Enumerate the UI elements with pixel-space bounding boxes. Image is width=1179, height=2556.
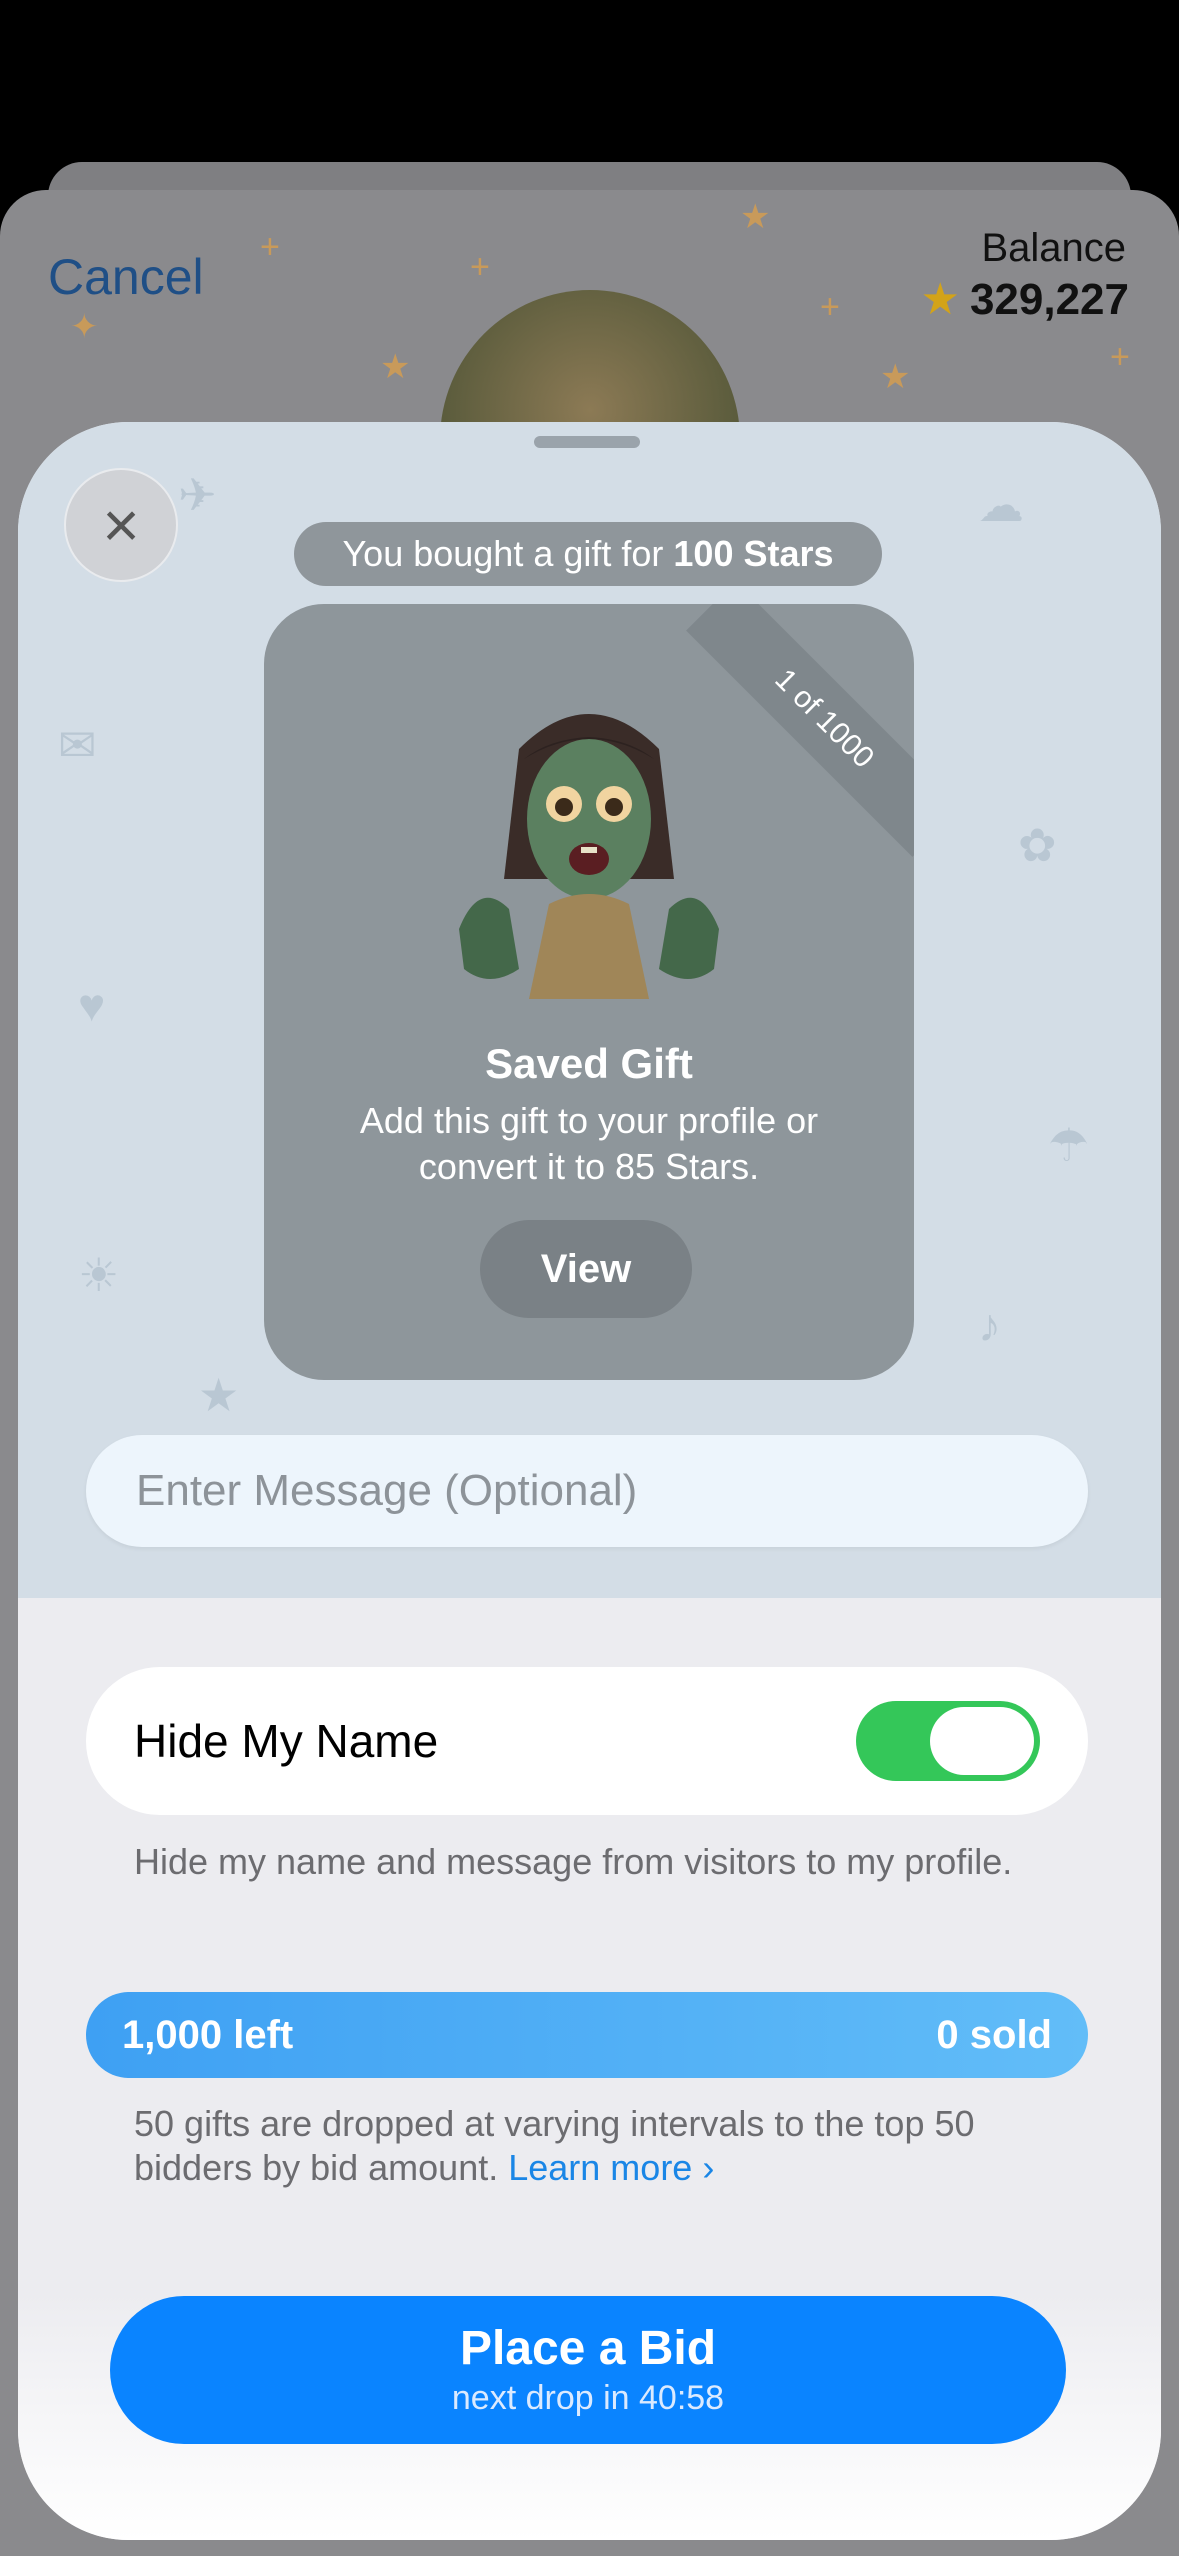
sparkle-icon: + bbox=[1110, 338, 1130, 376]
balance-value: 329,227 bbox=[969, 274, 1129, 324]
sparkle-icon: ★ bbox=[380, 348, 411, 386]
sparkle-icon: + bbox=[470, 248, 490, 286]
close-icon: × bbox=[102, 489, 140, 561]
hide-name-toggle[interactable] bbox=[856, 1701, 1040, 1781]
hide-name-row[interactable]: Hide My Name bbox=[86, 1667, 1088, 1815]
pattern-icon: ♥ bbox=[78, 979, 106, 1031]
gift-title: Saved Gift bbox=[485, 1040, 693, 1087]
cancel-button[interactable]: Cancel bbox=[48, 248, 204, 306]
message-input[interactable]: Enter Message (Optional) bbox=[86, 1435, 1088, 1547]
availability-bar: 1,000 left 0 sold bbox=[86, 1992, 1088, 2078]
balance: ★ 329,227 bbox=[920, 274, 1129, 325]
sparkle-icon: ✦ bbox=[70, 308, 99, 346]
close-button[interactable]: × bbox=[64, 468, 178, 582]
zombie-gift-icon bbox=[459, 714, 719, 999]
balance-label: Balance bbox=[981, 226, 1126, 270]
place-bid-label: Place a Bid bbox=[459, 2322, 717, 2375]
gift-card: 1 of 1000 Saved Gift Add this gift to yo… bbox=[264, 604, 914, 1380]
pattern-icon: ★ bbox=[198, 1369, 240, 1421]
pattern-icon: ☁ bbox=[978, 479, 1024, 531]
pattern-icon: ♪ bbox=[978, 1299, 1001, 1351]
pattern-icon: ☂ bbox=[1048, 1119, 1090, 1171]
gift-description: Add this gift to your profile or convert… bbox=[359, 1100, 819, 1187]
place-bid-button[interactable]: Place a Bid next drop in 40:58 bbox=[110, 2296, 1066, 2444]
pattern-icon: ✉ bbox=[58, 719, 97, 771]
sheet-grabber[interactable] bbox=[534, 436, 640, 448]
gifts-sold: 0 sold bbox=[936, 2012, 1052, 2057]
pattern-icon: ☀ bbox=[78, 1249, 120, 1301]
toggle-knob bbox=[930, 1707, 1034, 1775]
sparkle-icon: + bbox=[260, 228, 280, 266]
pattern-icon: ✈ bbox=[178, 469, 217, 521]
gifts-left: 1,000 left bbox=[122, 2012, 294, 2057]
purchase-info-pill: You bought a gift for 100 Stars bbox=[294, 522, 882, 586]
hide-name-description: Hide my name and message from visitors t… bbox=[134, 1841, 1013, 1882]
star-icon: ★ bbox=[920, 275, 960, 324]
sparkle-icon: ★ bbox=[740, 198, 771, 236]
sparkle-icon: + bbox=[820, 288, 840, 326]
learn-more-link[interactable]: Learn more › bbox=[508, 2147, 714, 2188]
sparkle-icon: ★ bbox=[880, 358, 911, 396]
next-drop-timer: next drop in 40:58 bbox=[451, 2379, 725, 2417]
purchase-info-text: You bought a gift for bbox=[342, 533, 664, 574]
gift-modal: ✈ ☁ ✉ ♥ ✿ ☂ ☀ ♪ ★ × You bought a gift fo… bbox=[18, 422, 1161, 2540]
hide-name-label: Hide My Name bbox=[134, 1715, 439, 1767]
view-gift-button[interactable]: View bbox=[480, 1220, 692, 1318]
drop-info: 50 gifts are dropped at varying interval… bbox=[134, 2102, 1074, 2190]
purchase-amount: 100 Stars bbox=[673, 533, 834, 574]
pattern-icon: ✿ bbox=[1018, 819, 1057, 871]
